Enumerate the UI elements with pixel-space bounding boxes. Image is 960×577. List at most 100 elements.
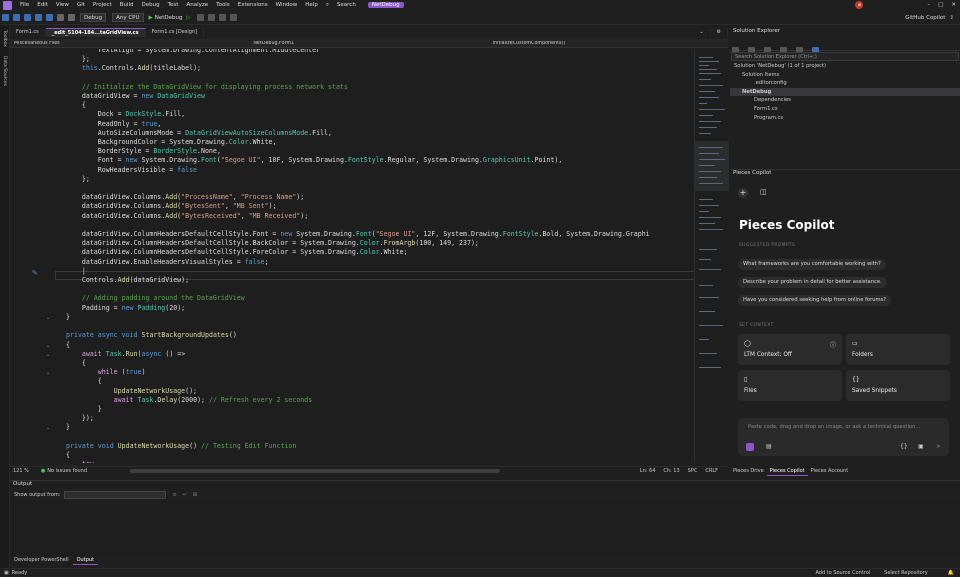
save-all-icon[interactable] xyxy=(46,14,53,21)
model-icon[interactable] xyxy=(746,443,754,451)
class-dropdown[interactable]: NetDebug.Form1 xyxy=(249,41,488,46)
search-menu[interactable]: Search xyxy=(333,2,360,8)
solution-explorer-search[interactable]: Search Solution Explorer (Ctrl+;) xyxy=(731,52,959,61)
fold-icon[interactable]: ⌄ xyxy=(46,371,51,376)
tab-form1-cs[interactable]: Form1.cs xyxy=(10,28,46,37)
image-icon[interactable]: ▣ xyxy=(918,443,924,450)
suggested-prompt[interactable]: Have you considered seeking help from on… xyxy=(738,295,892,306)
toolbox-tab[interactable]: Toolbox xyxy=(2,30,7,47)
menu-git[interactable]: Git xyxy=(73,2,89,8)
tree-item-program[interactable]: Program.cs xyxy=(730,114,960,123)
tab-output[interactable]: Output xyxy=(72,556,98,565)
send-icon[interactable]: ➤ xyxy=(936,443,941,450)
tree-item-solution-items[interactable]: Solution Items xyxy=(730,71,960,80)
add-to-source-control-button[interactable]: Add to Source Control xyxy=(815,570,870,576)
close-icon[interactable]: ✕ xyxy=(947,2,960,8)
menu-edit[interactable]: Edit xyxy=(33,2,52,8)
output-content[interactable] xyxy=(10,501,960,555)
new-file-icon[interactable] xyxy=(24,14,31,21)
menu-window[interactable]: Window xyxy=(272,2,302,8)
maximize-icon[interactable]: □ xyxy=(934,2,947,8)
tab-overflow-icon[interactable]: ⌄ xyxy=(693,28,711,37)
save-icon[interactable] xyxy=(35,14,42,21)
menu-build[interactable]: Build xyxy=(116,2,138,8)
notifications-icon[interactable]: 🔔 xyxy=(948,570,954,576)
info-icon[interactable]: ⓘ xyxy=(830,340,836,349)
tool-icon[interactable] xyxy=(229,14,237,21)
chat-icon[interactable]: ▤ xyxy=(766,443,772,450)
files-card[interactable]: ▯ Files xyxy=(738,370,842,401)
output-source-select[interactable] xyxy=(64,491,167,499)
fold-icon[interactable]: ⌄ xyxy=(46,316,51,321)
suggested-prompt[interactable]: Describe your problem in detail for bett… xyxy=(738,277,887,288)
run-without-debug-icon[interactable]: ▷ xyxy=(187,15,191,21)
run-icon[interactable]: ▶ xyxy=(149,15,153,21)
menu-file[interactable]: File xyxy=(16,2,33,8)
tool-icon[interactable] xyxy=(196,14,204,21)
menu-test[interactable]: Test xyxy=(164,2,183,8)
menu-project[interactable]: Project xyxy=(89,2,116,8)
ltm-context-card[interactable]: ◯ ⓘ LTM Context: Off xyxy=(738,334,842,365)
tab-datagridview-cs[interactable]: _edit_5104-184...taGridView.cs xyxy=(45,28,146,37)
tool-icon[interactable] xyxy=(207,14,215,21)
tab-pieces-copilot[interactable]: Pieces Copilot xyxy=(766,467,808,476)
column-number[interactable]: Ch: 13 xyxy=(663,468,679,474)
tab-developer-powershell[interactable]: Developer PowerShell xyxy=(10,556,73,565)
menu-extensions[interactable]: Extensions xyxy=(234,2,272,8)
snippet-icon[interactable]: {} xyxy=(900,443,908,450)
menu-help[interactable]: Help xyxy=(301,2,322,8)
minimize-icon[interactable]: – xyxy=(923,2,934,8)
saved-snippets-card[interactable]: {} Saved Snippets xyxy=(846,370,950,401)
configuration-select[interactable]: Debug xyxy=(80,13,107,22)
line-ending[interactable]: CRLF xyxy=(705,468,718,474)
edit-pencil-icon[interactable]: ✎ xyxy=(32,269,38,277)
run-target-button[interactable]: NetDebug xyxy=(155,15,183,21)
member-dropdown[interactable]: InitializeCustomComponents() xyxy=(489,41,728,46)
tab-form1-design[interactable]: Form1.cs [Design] xyxy=(146,28,205,37)
settings-icon[interactable]: ⚙ xyxy=(711,28,728,37)
select-repository-button[interactable]: Select Repository xyxy=(884,570,928,576)
clear-output-icon[interactable]: ≡ xyxy=(172,492,176,498)
whitespace-mode[interactable]: SPC xyxy=(688,468,698,474)
tree-item-dependencies[interactable]: Dependencies xyxy=(730,96,960,105)
fold-icon[interactable]: ⌄ xyxy=(46,426,51,431)
suggested-prompt[interactable]: What frameworks are you comfortable work… xyxy=(738,259,886,270)
line-number[interactable]: Ln: 64 xyxy=(640,468,656,474)
tree-item-solution[interactable]: Solution 'NetDebug' (1 of 1 project) xyxy=(730,62,960,71)
fold-icon[interactable]: ⌄ xyxy=(46,353,51,358)
tab-pieces-account[interactable]: Pieces Account xyxy=(808,467,852,476)
show-output-label: Show output from: xyxy=(14,492,61,498)
github-copilot-button[interactable]: GitHub Copilot xyxy=(905,15,945,21)
user-avatar[interactable]: JB xyxy=(855,1,864,9)
sidebar-toggle-icon[interactable]: ◫ xyxy=(760,188,767,196)
menu-tools[interactable]: Tools xyxy=(212,2,234,8)
horizontal-scrollbar[interactable] xyxy=(130,469,500,473)
code-minimap[interactable] xyxy=(694,49,729,463)
search-icon[interactable]: ⌕ xyxy=(322,2,333,9)
menu-debug[interactable]: Debug xyxy=(138,2,164,8)
undo-icon[interactable] xyxy=(57,14,64,21)
redo-icon[interactable] xyxy=(68,14,75,21)
menu-view[interactable]: View xyxy=(52,2,73,8)
code-editor[interactable]: ⌄ ⌄ ⌄ ⌄ ⌄ ✎ TextAlign = System.Drawing.C… xyxy=(10,49,694,463)
data-sources-tab[interactable]: Data Sources xyxy=(2,56,7,86)
project-dropdown[interactable]: Miscellaneous Files xyxy=(10,41,249,46)
platform-select[interactable]: Any CPU xyxy=(112,13,144,22)
forward-icon[interactable] xyxy=(13,14,20,21)
chat-input[interactable]: Paste code, drag and drop an image, or a… xyxy=(738,418,949,456)
issues-status[interactable]: No issues found xyxy=(47,468,87,474)
zoom-level[interactable]: 121 % xyxy=(13,468,29,474)
wrap-icon[interactable]: ↵ xyxy=(183,492,187,498)
live-share-icon[interactable]: ⇪ xyxy=(949,15,954,21)
fold-icon[interactable]: ⌄ xyxy=(46,344,51,349)
new-chat-icon[interactable]: + xyxy=(738,188,748,198)
tree-item-project[interactable]: NetDebug xyxy=(730,87,960,97)
back-icon[interactable] xyxy=(2,14,9,21)
tree-item-form1[interactable]: Form1.cs xyxy=(730,105,960,114)
folders-card[interactable]: ▭ Folders xyxy=(846,334,950,365)
tab-pieces-drive[interactable]: Pieces Drive xyxy=(730,467,767,476)
menu-analyze[interactable]: Analyze xyxy=(182,2,212,8)
tree-item-editorconfig[interactable]: .editorconfig xyxy=(730,79,960,88)
filter-icon[interactable]: ⊞ xyxy=(193,492,197,498)
tool-icon[interactable] xyxy=(218,14,226,21)
